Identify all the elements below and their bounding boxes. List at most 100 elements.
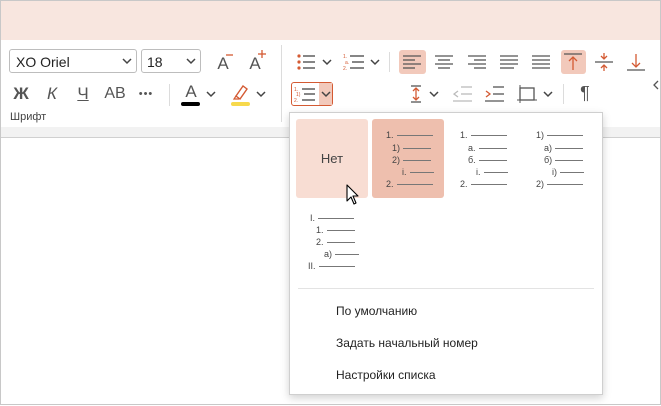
highlight-button[interactable] xyxy=(230,82,252,106)
preset-row: 1. xyxy=(386,130,433,140)
preset-row-label: II. xyxy=(308,261,316,271)
preset-row-label: i) xyxy=(552,167,557,177)
preset-row: 2. xyxy=(386,179,433,189)
preset-row: б) xyxy=(544,155,584,165)
preset-row: 1. xyxy=(316,225,355,235)
bullet-list-icon[interactable] xyxy=(296,53,316,71)
preset-row: i. xyxy=(402,167,434,177)
preset-row: a) xyxy=(324,249,360,259)
chevron-down-icon[interactable] xyxy=(370,58,380,66)
font-color-swatch xyxy=(181,102,200,106)
preset-row: 1) xyxy=(392,143,432,153)
numbering-preset-1[interactable]: 1. 1) 2) i. 2. xyxy=(372,119,444,198)
distributed-icon[interactable] xyxy=(532,55,551,69)
align-left-button[interactable] xyxy=(399,50,426,74)
numbering-preset-3[interactable]: 1) a) б) i) 2) xyxy=(524,119,596,198)
italic-button[interactable]: К xyxy=(41,84,63,104)
underline-button[interactable]: Ч xyxy=(72,84,94,104)
divider xyxy=(169,84,170,106)
preset-row: i) xyxy=(552,167,584,177)
font-group-label: Шрифт xyxy=(10,111,47,123)
chevron-down-icon xyxy=(122,58,132,65)
more-options-button[interactable]: ••• xyxy=(134,84,158,104)
chevron-down-icon[interactable] xyxy=(322,58,332,66)
preset-row-label: 1) xyxy=(392,143,401,153)
numbering-dropdown: Нет 1. 1) 2) i. 2. 1. a. б. i. 2. 1) a) … xyxy=(289,112,603,395)
preset-row-label: 1) xyxy=(536,130,545,140)
svg-text:2.: 2. xyxy=(343,66,347,71)
paragraph-borders-icon[interactable] xyxy=(517,85,537,103)
bold-button[interactable]: Ж xyxy=(9,84,33,104)
numbered-list-icon: 1. 1) 2. xyxy=(294,87,315,103)
preset-row: 1) xyxy=(536,130,584,140)
divider xyxy=(389,52,390,72)
preset-row-label: i. xyxy=(402,167,407,177)
chevron-down-icon[interactable] xyxy=(543,90,553,98)
highlighter-icon xyxy=(232,85,248,100)
decrease-indent-icon[interactable] xyxy=(453,86,473,102)
preset-row-label: 2) xyxy=(392,155,401,165)
justify-icon[interactable] xyxy=(500,55,519,69)
title-bar-band xyxy=(0,0,661,40)
preset-row: i. xyxy=(476,167,508,177)
menu-item-list-settings[interactable]: Настройки списка xyxy=(336,368,436,382)
align-center-icon[interactable] xyxy=(435,55,454,69)
preset-row: 2. xyxy=(460,179,507,189)
numbered-list-dropdown-toggle[interactable] xyxy=(319,83,332,105)
show-formatting-marks-button[interactable]: ¶ xyxy=(574,83,596,103)
caps-button[interactable]: АВ xyxy=(102,84,128,104)
increase-indent-icon[interactable] xyxy=(485,86,505,102)
preset-row: 2. xyxy=(316,237,355,247)
menu-separator xyxy=(298,288,594,289)
font-name-select[interactable]: XO Oriel xyxy=(9,49,137,73)
font-size-select[interactable]: 18 xyxy=(141,49,201,73)
preset-row: a) xyxy=(544,143,584,153)
chevron-left-icon[interactable] xyxy=(652,80,660,90)
preset-row: II. xyxy=(308,261,355,271)
numbering-preset-2[interactable]: 1. a. б. i. 2. xyxy=(448,119,520,198)
font-size-value: 18 xyxy=(147,54,163,70)
align-middle-icon[interactable] xyxy=(595,53,614,71)
preset-row-label: б) xyxy=(544,155,553,165)
preset-row-label: 1. xyxy=(316,225,324,235)
menu-item-default[interactable]: По умолчанию xyxy=(336,304,417,318)
preset-row: 2) xyxy=(392,155,432,165)
svg-text:2.: 2. xyxy=(294,98,298,103)
numbered-list-button[interactable]: 1. 1) 2. xyxy=(291,82,333,106)
align-right-icon[interactable] xyxy=(468,55,487,69)
menu-item-start-number[interactable]: Задать начальный номер xyxy=(336,336,478,350)
line-spacing-icon[interactable] xyxy=(404,85,422,103)
align-top-button[interactable] xyxy=(561,50,586,74)
highlight-swatch xyxy=(231,102,250,106)
grow-font-button[interactable]: A xyxy=(244,50,266,74)
preset-row-label: a. xyxy=(468,143,476,153)
preset-row-label: 2. xyxy=(316,237,324,247)
font-color-button[interactable]: A xyxy=(180,82,202,106)
preset-row-label: i. xyxy=(476,167,481,177)
font-color-letter: A xyxy=(185,82,197,101)
preset-row-label: 1. xyxy=(386,130,394,140)
mouse-cursor-icon xyxy=(346,184,359,205)
chevron-down-icon xyxy=(321,91,331,98)
align-bottom-icon[interactable] xyxy=(627,53,646,71)
divider xyxy=(563,84,564,104)
preset-row: б. xyxy=(468,155,507,165)
preset-row: 2) xyxy=(536,179,584,189)
preset-row: a. xyxy=(468,143,507,153)
multilevel-list-icon[interactable]: 1. a. 2. xyxy=(343,53,365,71)
chevron-down-icon[interactable] xyxy=(429,90,439,98)
preset-row-label: a) xyxy=(544,143,553,153)
numbering-preset-4[interactable]: I. 1. 2. a) II. xyxy=(296,204,368,283)
preset-row-label: 2. xyxy=(460,179,468,189)
chevron-down-icon[interactable] xyxy=(256,90,266,98)
preset-row: I. xyxy=(310,213,355,223)
preset-row-label: 1. xyxy=(460,130,468,140)
preset-row-label: I. xyxy=(310,213,316,223)
chevron-down-icon[interactable] xyxy=(206,90,216,98)
preset-row-label: 2) xyxy=(536,179,545,189)
preset-row: 1. xyxy=(460,130,507,140)
preset-row-label: a) xyxy=(324,249,333,259)
numbering-none-label: Нет xyxy=(320,151,344,166)
chevron-down-icon xyxy=(186,58,196,65)
shrink-font-button[interactable]: A xyxy=(212,54,234,74)
